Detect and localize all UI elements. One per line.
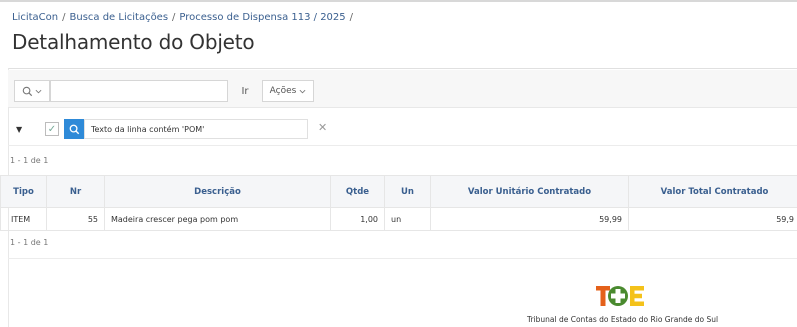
column-header-qtde[interactable]: Qtde	[330, 175, 385, 208]
cell-descricao: Madeira crescer pega pom pom	[104, 207, 331, 231]
actions-menu-button[interactable]: Ações	[262, 80, 314, 102]
tce-logo	[596, 286, 644, 306]
top-border	[0, 0, 797, 2]
breadcrumb-item-processo[interactable]: Processo de Dispensa 113 / 2025	[179, 12, 345, 23]
actions-label: Ações	[269, 86, 297, 96]
breadcrumb-separator: /	[172, 12, 176, 23]
cell-valor-total: 59,9	[628, 207, 797, 231]
column-header-valor-unitario[interactable]: Valor Unitário Contratado	[430, 175, 629, 208]
breadcrumb-separator: /	[62, 12, 66, 23]
filter-row: ▼ ✓ Texto da linha contém 'POM' ✕	[8, 114, 797, 146]
breadcrumb-item-busca[interactable]: Busca de Licitações	[70, 12, 169, 23]
report-toolbar: Ir Ações	[8, 70, 797, 108]
pagination-bottom: 1 - 1 de 1	[10, 238, 49, 247]
table-header-row: Tipo Nr Descrição Qtde Un Valor Unitário…	[0, 175, 797, 208]
cell-un: un	[384, 207, 431, 231]
cell-tipo: ITEM	[0, 207, 47, 231]
search-icon	[22, 86, 33, 96]
cell-valor-unitario: 59,99	[430, 207, 629, 231]
cell-nr: 55	[46, 207, 105, 231]
filter-enable-checkbox[interactable]: ✓	[45, 122, 59, 136]
search-input[interactable]	[50, 80, 228, 102]
chevron-down-icon	[35, 89, 42, 93]
column-header-tipo[interactable]: Tipo	[0, 175, 47, 208]
filter-search-icon	[64, 119, 84, 139]
close-icon[interactable]: ✕	[318, 121, 327, 134]
chevron-down-icon	[299, 89, 306, 93]
column-header-un[interactable]: Un	[384, 175, 431, 208]
column-header-descricao[interactable]: Descrição	[104, 175, 331, 208]
collapse-toggle-icon[interactable]: ▼	[16, 125, 22, 134]
pagination-top: 1 - 1 de 1	[10, 156, 49, 165]
footer-caption: Tribunal de Contas do Estado do Rio Gran…	[527, 315, 719, 324]
report-table: Tipo Nr Descrição Qtde Un Valor Unitário…	[0, 175, 797, 231]
breadcrumb: LicitaCon / Busca de Licitações / Processo d…	[12, 12, 357, 23]
search-column-select[interactable]	[14, 80, 50, 102]
divider	[8, 258, 797, 259]
column-header-valor-total[interactable]: Valor Total Contratado	[628, 175, 797, 208]
breadcrumb-item-licitacon[interactable]: LicitaCon	[12, 12, 58, 23]
breadcrumb-separator: /	[349, 12, 354, 23]
column-header-nr[interactable]: Nr	[46, 175, 105, 208]
page-title: Detalhamento do Objeto	[12, 30, 255, 54]
cell-qtde: 1,00	[330, 207, 385, 231]
table-row[interactable]: ITEM 55 Madeira crescer pega pom pom 1,0…	[0, 207, 797, 231]
filter-label[interactable]: Texto da linha contém 'POM'	[84, 119, 308, 139]
go-button[interactable]: Ir	[234, 80, 256, 102]
page-frame: LicitaCon / Busca de Licitações / Processo d…	[0, 0, 797, 327]
